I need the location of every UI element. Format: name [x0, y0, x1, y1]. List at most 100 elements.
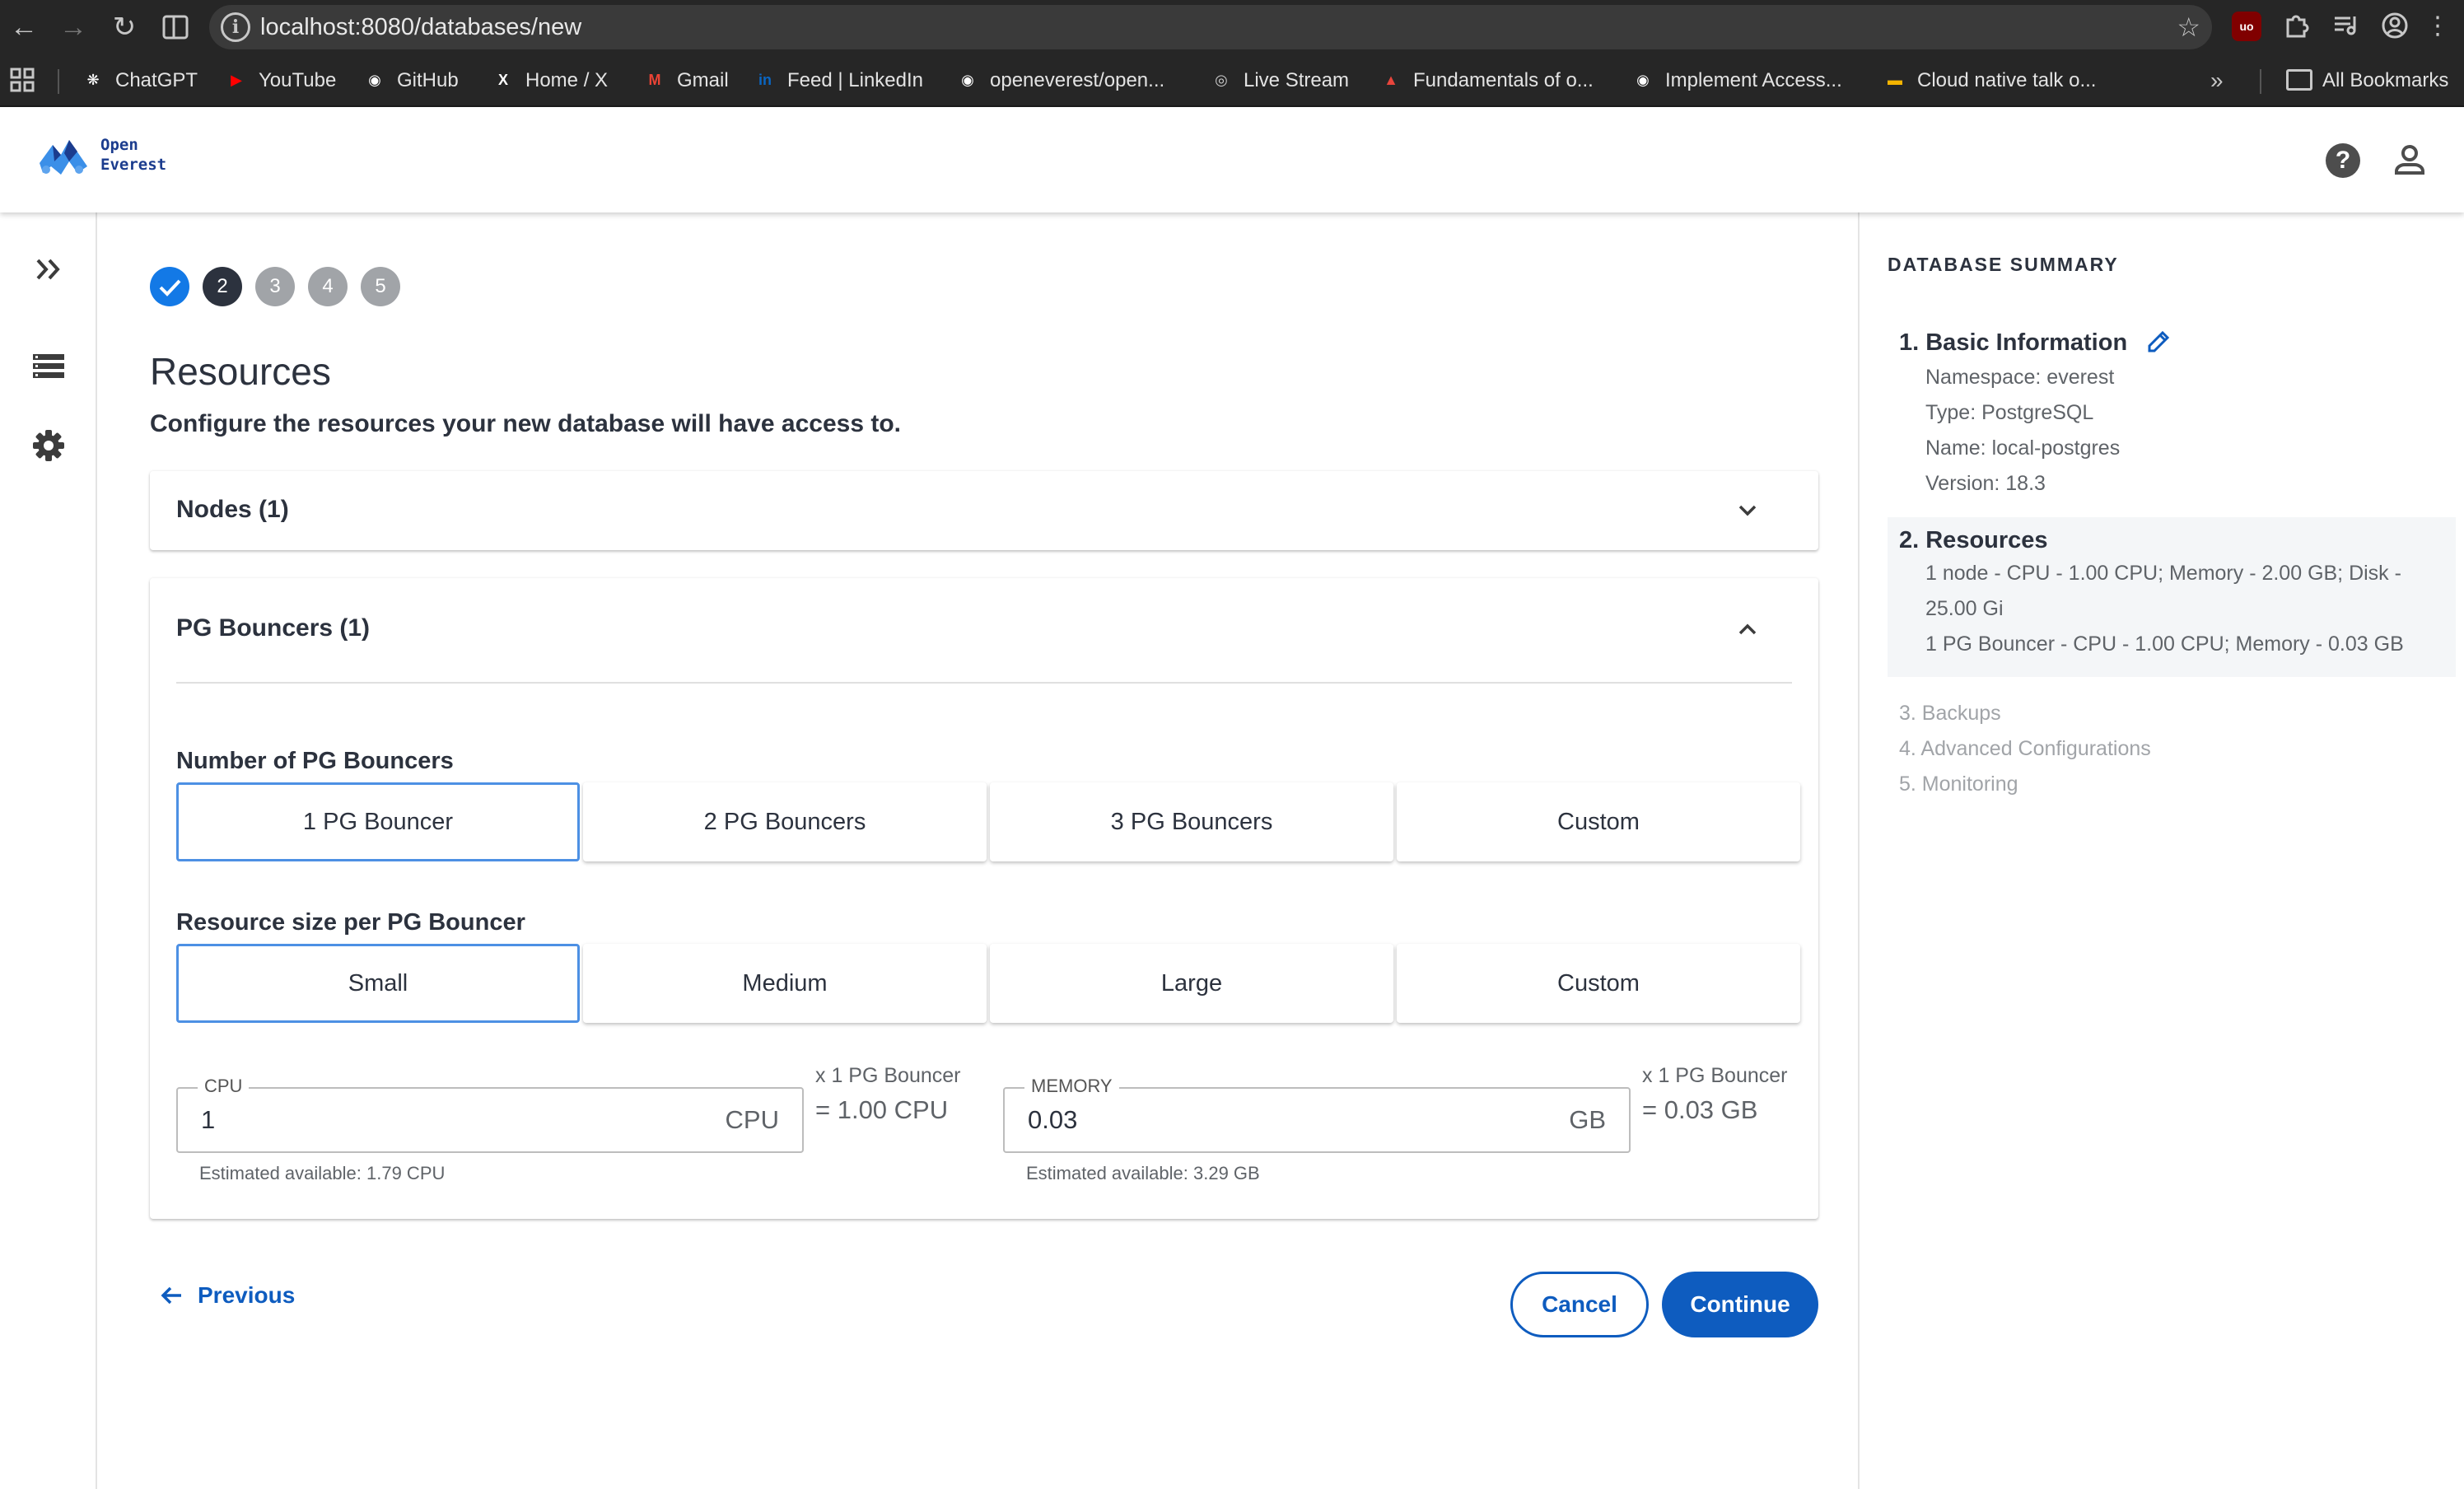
summary-step-advanced: 4. Advanced Configurations: [1899, 737, 2151, 760]
expand-sidebar-icon[interactable]: [26, 247, 71, 292]
bookmark-label: YouTube: [259, 69, 337, 91]
bookmark-label: ChatGPT: [115, 69, 198, 91]
arrow-left-icon: [161, 1286, 181, 1304]
summary-step-monitoring: 5. Monitoring: [1899, 773, 2018, 796]
bouncer-count-option-2[interactable]: 2 PG Bouncers: [583, 782, 987, 861]
summary-basic-info-title: 1. Basic Information: [1899, 329, 2128, 356]
continue-button[interactable]: Continue: [1662, 1272, 1818, 1337]
bookmark-item[interactable]: ❋ ChatGPT: [81, 54, 198, 107]
step-2-active: 2: [203, 267, 242, 306]
database-summary-panel: DATABASE SUMMARY 1. Basic Information Na…: [1858, 212, 2464, 1489]
memory-input-value: 0.03: [1028, 1105, 1078, 1134]
bookmark-item[interactable]: in Feed | LinkedIn: [753, 54, 923, 107]
bookmark-label: Live Stream: [1244, 69, 1350, 91]
address-bar[interactable]: i localhost:8080/databases/new ☆: [209, 5, 2212, 49]
bookmark-item[interactable]: ◉ GitHub: [362, 54, 459, 107]
bouncer-count-option-3[interactable]: 3 PG Bouncers: [990, 782, 1393, 861]
cpu-multiplier: x 1 PG Bouncer: [815, 1064, 961, 1087]
size-option-medium[interactable]: Medium: [583, 944, 987, 1023]
chevron-up-icon[interactable]: [1734, 616, 1761, 642]
reload-icon[interactable]: ↻: [105, 8, 143, 46]
all-bookmarks-link[interactable]: All Bookmarks: [2286, 54, 2448, 107]
github-icon: ◉: [1636, 71, 1650, 88]
profile-icon[interactable]: [2380, 12, 2410, 41]
check-icon: [159, 279, 181, 296]
ublock-extension-icon[interactable]: uo: [2232, 12, 2261, 41]
cpu-estimated-available: Estimated available: 1.79 CPU: [199, 1163, 446, 1183]
bookmark-label: GitHub: [397, 69, 459, 91]
bouncer-count-label: Number of PG Bouncers: [176, 748, 454, 774]
globe-icon: ◎: [1215, 71, 1228, 88]
size-option-small[interactable]: Small: [176, 944, 580, 1023]
step-5: 5: [361, 267, 400, 306]
bookmark-item[interactable]: ▬ Cloud native talk o...: [1883, 54, 2096, 107]
accordion-divider: [176, 682, 1792, 684]
bouncer-count-option-1[interactable]: 1 PG Bouncer: [176, 782, 580, 861]
cpu-input[interactable]: CPU 1 CPU: [176, 1076, 804, 1153]
memory-input[interactable]: MEMORY 0.03 GB: [1003, 1076, 1631, 1153]
bookmark-item[interactable]: ◎ Live Stream: [1209, 54, 1349, 107]
bookmark-label: Fundamentals of o...: [1413, 69, 1594, 91]
back-arrow-icon[interactable]: ←: [5, 8, 43, 46]
memory-total: = 0.03 GB: [1642, 1095, 1758, 1124]
cancel-button[interactable]: Cancel: [1510, 1272, 1649, 1337]
databases-list-icon[interactable]: [26, 344, 71, 389]
memory-input-unit: GB: [1569, 1105, 1606, 1134]
gmail-icon: M: [648, 71, 661, 88]
bookmark-item[interactable]: ▲ Fundamentals of o...: [1379, 54, 1594, 107]
bookmark-label: Implement Access...: [1665, 69, 1842, 91]
side-panel-icon[interactable]: [156, 8, 194, 46]
previous-button[interactable]: Previous: [158, 1275, 295, 1316]
open-everest-logo-icon[interactable]: [36, 133, 91, 183]
logo-line2: Everest: [100, 156, 167, 174]
bookmark-label: Gmail: [677, 69, 729, 91]
pg-bouncers-accordion-title: PG Bouncers (1): [176, 614, 371, 642]
bookmark-item[interactable]: ◉ Implement Access...: [1631, 54, 1842, 107]
url-text: localhost:8080/databases/new: [260, 14, 582, 40]
size-option-custom[interactable]: Custom: [1397, 944, 1800, 1023]
bookmark-label: Feed | LinkedIn: [787, 69, 924, 91]
logo-text: Open Everest: [100, 135, 166, 175]
left-navigation-rail: [0, 212, 97, 1489]
step-4: 4: [308, 267, 348, 306]
user-account-icon[interactable]: [2390, 140, 2429, 180]
page-title: Resources: [150, 350, 331, 393]
memory-estimated-available: Estimated available: 3.29 GB: [1026, 1163, 1260, 1183]
help-icon[interactable]: ?: [2326, 143, 2360, 178]
edit-pencil-icon[interactable]: [2144, 328, 2172, 356]
resource-size-label: Resource size per PG Bouncer: [176, 909, 525, 936]
youtube-icon: ▶: [231, 71, 242, 88]
more-bookmarks-icon[interactable]: »: [2210, 54, 2224, 107]
apps-grid-icon[interactable]: [10, 54, 35, 107]
summary-resources-line-2: 25.00 Gi: [1925, 597, 2004, 620]
chevron-down-icon[interactable]: [1734, 497, 1761, 524]
media-controls-icon[interactable]: [2331, 12, 2360, 41]
bookmark-item[interactable]: X Home / X: [491, 54, 608, 107]
memory-multiplier: x 1 PG Bouncer: [1642, 1064, 1788, 1087]
size-option-large[interactable]: Large: [990, 944, 1393, 1023]
bouncer-count-option-custom[interactable]: Custom: [1397, 782, 1800, 861]
linkedin-icon: in: [758, 71, 772, 88]
cpu-total: = 1.00 CPU: [815, 1095, 949, 1124]
site-info-icon[interactable]: i: [221, 12, 250, 42]
step-1-done: [150, 267, 189, 306]
folder-icon: [2286, 68, 2312, 91]
summary-name: Name: local-postgres: [1925, 436, 2121, 460]
settings-gear-icon[interactable]: [26, 423, 71, 468]
extensions-puzzle-icon[interactable]: [2281, 12, 2311, 41]
bookmark-item[interactable]: ▶ YouTube: [224, 54, 336, 107]
forward-arrow-icon[interactable]: →: [54, 8, 92, 46]
logo-line1: Open: [100, 136, 138, 154]
bookmarks-separator: [58, 69, 59, 94]
bookmark-item[interactable]: M Gmail: [642, 54, 729, 107]
main-content: 2 3 4 5 Resources Configure the resource…: [97, 212, 1858, 1489]
bookmark-star-icon[interactable]: ☆: [2177, 5, 2200, 49]
fire-icon: ▲: [1384, 71, 1398, 88]
cpu-input-value: 1: [201, 1105, 216, 1134]
x-icon: X: [497, 71, 508, 88]
browser-menu-icon[interactable]: ⋮: [2423, 12, 2452, 41]
nodes-accordion[interactable]: Nodes (1): [150, 471, 1818, 550]
summary-resources-line-3: 1 PG Bouncer - CPU - 1.00 CPU; Memory - …: [1925, 632, 2404, 656]
bookmark-item[interactable]: ◉ openeverest/open...: [955, 54, 1164, 107]
summary-namespace: Namespace: everest: [1925, 366, 2115, 389]
